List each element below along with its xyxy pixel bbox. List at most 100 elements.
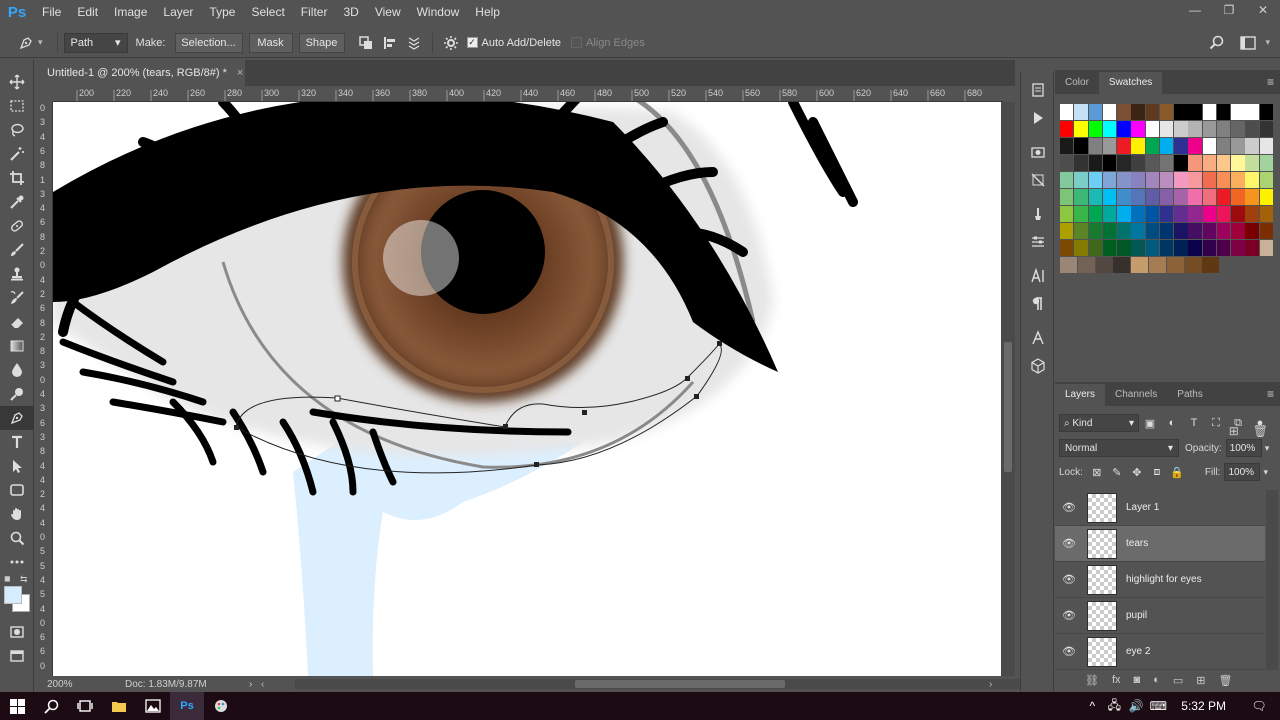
color-swatch[interactable] [1074, 104, 1088, 120]
color-swatch[interactable] [1245, 189, 1259, 205]
crop-tool-icon[interactable] [0, 166, 34, 190]
opacity-input[interactable]: 100% [1225, 439, 1262, 457]
color-swatch[interactable] [1174, 189, 1188, 205]
color-swatch[interactable] [1060, 104, 1074, 120]
new-group-icon[interactable]: ▭ [1173, 674, 1183, 687]
color-swatch[interactable] [1188, 121, 1202, 137]
color-swatch[interactable] [1117, 240, 1131, 256]
path-selection-tool-icon[interactable] [0, 454, 34, 478]
path-arrangement-icon[interactable] [402, 32, 426, 54]
color-swatch[interactable] [1202, 138, 1217, 154]
menu-help[interactable]: Help [467, 0, 508, 24]
color-swatch[interactable] [1202, 240, 1217, 256]
color-swatch[interactable] [1259, 172, 1274, 188]
color-swatch[interactable] [1074, 189, 1088, 205]
color-swatch[interactable] [1088, 189, 1102, 205]
adjustment-filter-icon[interactable]: ◐ [1161, 417, 1183, 429]
glyphs-panel-icon[interactable] [1021, 324, 1055, 352]
color-swatch[interactable] [1231, 223, 1245, 239]
layer-row-tears[interactable]: 👁 tears [1055, 526, 1265, 562]
color-swatch[interactable] [1188, 223, 1202, 239]
color-swatch[interactable] [1131, 138, 1145, 154]
horizontal-ruler[interactable]: 200 220 240 260 280 300 320 340 360 380 400 420 440 4… [53, 86, 1003, 102]
volume-icon[interactable]: 🔊 [1125, 699, 1147, 713]
lock-transparent-icon[interactable]: ⊠ [1087, 466, 1107, 479]
more-tools-icon[interactable] [0, 550, 34, 574]
color-swatch[interactable] [1216, 104, 1231, 120]
color-swatch[interactable] [1245, 240, 1259, 256]
color-swatch[interactable] [1259, 223, 1274, 239]
color-swatch[interactable] [1077, 257, 1095, 273]
eye-icon[interactable]: 👁 [1055, 609, 1083, 622]
healing-brush-tool-icon[interactable] [0, 214, 34, 238]
color-swatch[interactable] [1131, 206, 1145, 222]
color-swatch[interactable] [1145, 121, 1160, 137]
color-swatch[interactable] [1202, 121, 1217, 137]
color-swatch[interactable] [1216, 172, 1231, 188]
pen-tool-preset-icon[interactable] [14, 32, 38, 54]
align-edges-checkbox[interactable]: ✓ Align Edges [571, 37, 645, 49]
menu-view[interactable]: View [367, 0, 409, 24]
hand-tool-icon[interactable] [0, 502, 34, 526]
color-swatch[interactable] [1259, 206, 1274, 222]
color-swatch[interactable] [1060, 138, 1074, 154]
color-swatch[interactable] [1131, 257, 1149, 273]
color-swatch[interactable] [1131, 189, 1145, 205]
color-swatch[interactable] [1117, 121, 1131, 137]
marquee-tool-icon[interactable] [0, 94, 34, 118]
color-swatch[interactable] [1145, 223, 1160, 239]
blur-tool-icon[interactable] [0, 358, 34, 382]
color-swatch[interactable] [1074, 223, 1088, 239]
rectangle-tool-icon[interactable] [0, 478, 34, 502]
color-swatch[interactable] [1259, 104, 1274, 120]
clock[interactable]: 5:32 PM [1181, 699, 1226, 713]
color-swatch[interactable] [1060, 223, 1074, 239]
color-swatch[interactable] [1174, 206, 1188, 222]
color-swatch[interactable] [1088, 223, 1102, 239]
chevron-up-icon[interactable]: ^ [1081, 699, 1103, 713]
tab-layers[interactable]: Layers [1055, 384, 1106, 406]
color-swatch[interactable] [1102, 172, 1117, 188]
color-swatch[interactable] [1102, 240, 1117, 256]
color-swatch[interactable] [1231, 155, 1245, 171]
color-swatch[interactable] [1145, 155, 1160, 171]
eyedropper-tool-icon[interactable] [0, 190, 34, 214]
color-swatch[interactable] [1231, 121, 1245, 137]
color-swatch[interactable] [1102, 189, 1117, 205]
color-swatch[interactable] [1088, 240, 1102, 256]
menu-image[interactable]: Image [106, 0, 155, 24]
adjustments-panel-icon[interactable] [1021, 166, 1055, 194]
color-swatch[interactable] [1074, 155, 1088, 171]
color-swatch[interactable] [1131, 240, 1145, 256]
color-swatch[interactable] [1231, 172, 1245, 188]
horizontal-scroll-thumb[interactable] [575, 680, 785, 688]
menu-layer[interactable]: Layer [155, 0, 201, 24]
history-panel-icon[interactable] [1021, 76, 1055, 104]
color-swatch[interactable] [1216, 121, 1231, 137]
color-swatch[interactable] [1088, 172, 1102, 188]
color-swatch[interactable] [1060, 172, 1074, 188]
color-swatch[interactable] [1113, 257, 1131, 273]
color-swatch[interactable] [1102, 155, 1117, 171]
menu-edit[interactable]: Edit [69, 0, 106, 24]
color-swatch[interactable] [1216, 223, 1231, 239]
layer-row-pupil[interactable]: 👁 pupil [1055, 598, 1265, 634]
menu-select[interactable]: Select [243, 0, 292, 24]
color-swatch[interactable] [1074, 172, 1088, 188]
search-icon[interactable] [1204, 32, 1228, 54]
color-swatch[interactable] [1188, 172, 1202, 188]
color-swatch[interactable] [1088, 206, 1102, 222]
swap-colors-icon[interactable]: ⇆ [20, 574, 28, 585]
paragraph-panel-icon[interactable] [1021, 290, 1055, 318]
horizontal-scrollbar[interactable] [295, 679, 1025, 689]
color-swatch[interactable] [1188, 206, 1202, 222]
fill-input[interactable]: 100% [1224, 463, 1261, 481]
color-swatch[interactable] [1159, 240, 1174, 256]
layer-row-eye-2[interactable]: 👁 eye 2 [1055, 634, 1265, 670]
color-swatch[interactable] [1202, 206, 1217, 222]
vertical-scroll-thumb[interactable] [1004, 342, 1012, 472]
make-selection-button[interactable]: Selection... [174, 32, 243, 53]
status-menu-arrow-icon[interactable]: › [249, 679, 252, 690]
lock-all-icon[interactable]: 🔒 [1167, 466, 1187, 479]
color-swatch[interactable] [1174, 121, 1188, 137]
